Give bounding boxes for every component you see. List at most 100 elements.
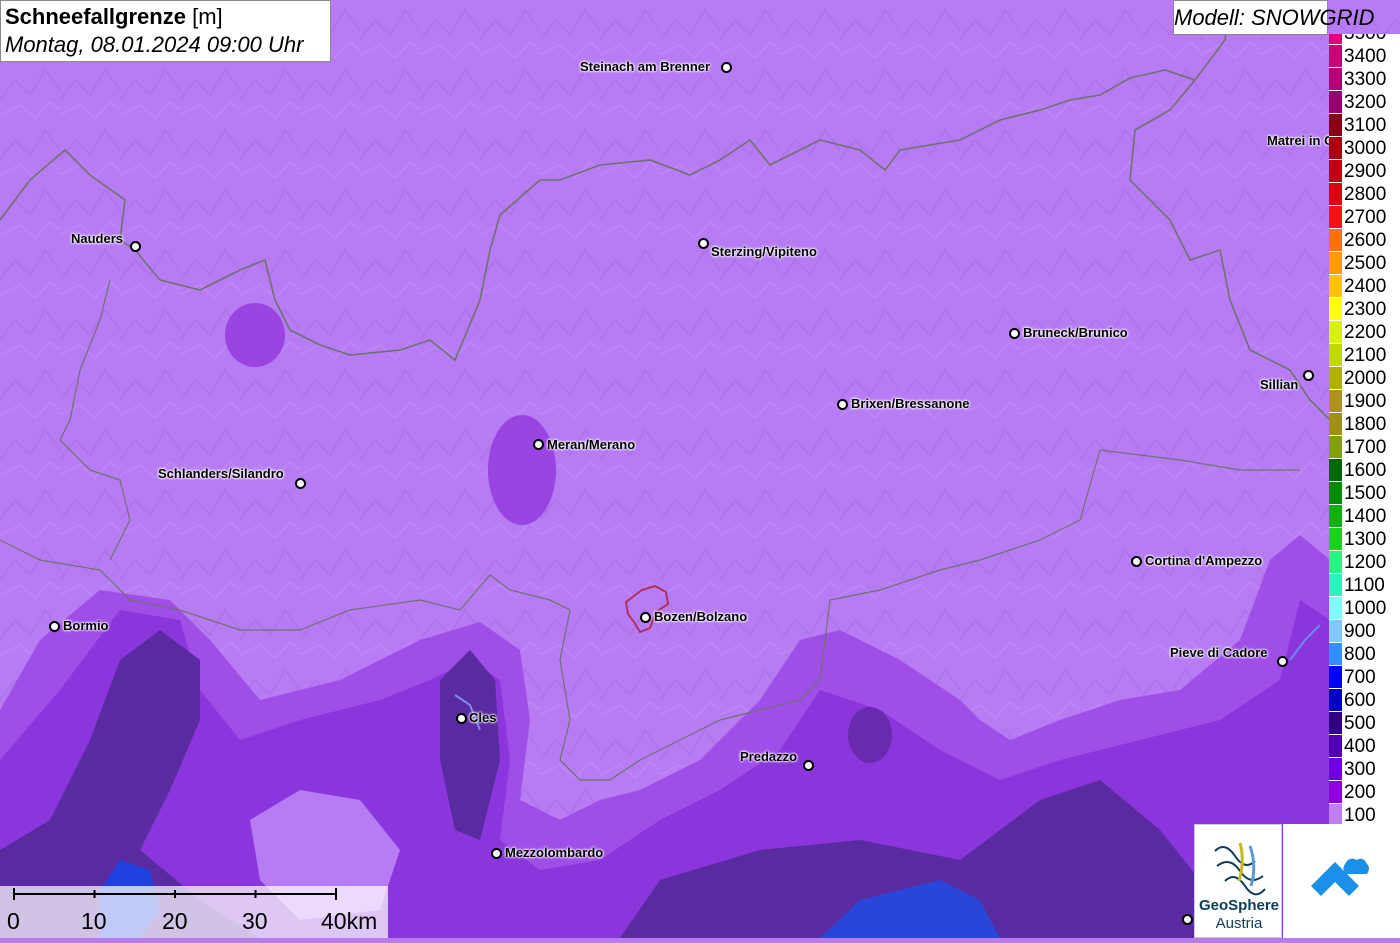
legend-row-2200: 2200 xyxy=(1329,321,1400,344)
legend-row-3200: 3200 xyxy=(1329,91,1400,114)
city-dot-pieve[interactable] xyxy=(1277,656,1288,667)
legend-swatch-3400 xyxy=(1329,45,1342,68)
legend-swatch-700 xyxy=(1329,666,1342,689)
city-label-cortina: Cortina d'Ampezzo xyxy=(1145,553,1263,568)
legend-label-2400: 2400 xyxy=(1344,276,1387,297)
legend-row-1900: 1900 xyxy=(1329,390,1400,413)
legend-swatch-200 xyxy=(1329,781,1342,804)
legend-swatch-600 xyxy=(1329,689,1342,712)
city-dot-bozen[interactable] xyxy=(640,612,651,623)
legend-label-2700: 2700 xyxy=(1344,207,1387,228)
scale-label-10: 10 xyxy=(81,908,107,934)
map-title-box: Schneefallgrenze [m] Montag, 08.01.2024 … xyxy=(0,0,331,62)
city-dot-cles[interactable] xyxy=(456,713,467,724)
legend-label-1200: 1200 xyxy=(1344,552,1387,573)
city-label-sillian: Sillian xyxy=(1260,377,1299,392)
legend-row-1200: 1200 xyxy=(1329,551,1400,574)
city-dot-mezzolombardo[interactable] xyxy=(491,848,502,859)
legend-row-100: 100 xyxy=(1329,804,1400,824)
city-dot-meran[interactable] xyxy=(533,439,544,450)
color-legend: 3500340033003200310030002900280027002600… xyxy=(1329,34,1400,824)
city-dot-steinach[interactable] xyxy=(721,62,732,73)
city-dot-brixen[interactable] xyxy=(837,399,848,410)
city-label-steinach: Steinach am Brenner xyxy=(580,59,711,74)
legend-swatch-3100 xyxy=(1329,114,1342,137)
city-label-nauders: Nauders xyxy=(71,231,124,246)
legend-swatch-800 xyxy=(1329,643,1342,666)
legend-label-2100: 2100 xyxy=(1344,345,1387,366)
legend-label-3300: 3300 xyxy=(1344,69,1387,90)
geosphere-emblem-icon xyxy=(1214,842,1266,896)
city-dot-nauders[interactable] xyxy=(130,241,141,252)
legend-row-2300: 2300 xyxy=(1329,298,1400,321)
legend-label-2600: 2600 xyxy=(1344,230,1387,251)
legend-swatch-2500 xyxy=(1329,252,1342,275)
legend-label-3500: 3500 xyxy=(1344,34,1386,45)
legend-label-900: 900 xyxy=(1344,621,1376,642)
city-dot-sillian[interactable] xyxy=(1303,370,1314,381)
legend-row-200: 200 xyxy=(1329,781,1400,804)
legend-swatch-1300 xyxy=(1329,528,1342,551)
scale-label-0: 0 xyxy=(7,908,20,934)
legend-row-700: 700 xyxy=(1329,666,1400,689)
city-label-meran: Meran/Merano xyxy=(547,437,636,452)
city-dot-offmap[interactable] xyxy=(1182,914,1193,925)
legend-swatch-400 xyxy=(1329,735,1342,758)
legend-row-300: 300 xyxy=(1329,758,1400,781)
legend-row-500: 500 xyxy=(1329,712,1400,735)
legend-label-1000: 1000 xyxy=(1344,598,1387,619)
legend-swatch-500 xyxy=(1329,712,1342,735)
zone-200-reschen xyxy=(225,303,285,367)
legend-label-1400: 1400 xyxy=(1344,506,1387,527)
city-label-cles: Cles xyxy=(469,710,497,725)
legend-row-1800: 1800 xyxy=(1329,413,1400,436)
legend-row-2600: 2600 xyxy=(1329,229,1400,252)
legend-label-1600: 1600 xyxy=(1344,460,1387,481)
logos: GeoSphere Austria xyxy=(1194,824,1400,938)
legend-swatch-100 xyxy=(1329,804,1342,824)
city-label-schlanders: Schlanders/Silandro xyxy=(158,466,284,481)
legend-swatch-1000 xyxy=(1329,597,1342,620)
legend-row-2800: 2800 xyxy=(1329,183,1400,206)
legend-row-1100: 1100 xyxy=(1329,574,1400,597)
city-label-pieve: Pieve di Cadore xyxy=(1170,645,1268,660)
city-dot-bruneck[interactable] xyxy=(1009,328,1020,339)
legend-label-2900: 2900 xyxy=(1344,161,1387,182)
legend-row-2000: 2000 xyxy=(1329,367,1400,390)
city-dot-schlanders[interactable] xyxy=(295,478,306,489)
map-title: Schneefallgrenze [m] xyxy=(5,3,326,31)
geosphere-logo[interactable]: GeoSphere Austria xyxy=(1194,824,1282,938)
zone-500-predazzo xyxy=(848,707,892,763)
city-dot-sterzing[interactable] xyxy=(698,238,709,249)
legend-label-1300: 1300 xyxy=(1344,529,1387,550)
legend-row-600: 600 xyxy=(1329,689,1400,712)
legend-label-600: 600 xyxy=(1344,690,1376,711)
legend-label-1100: 1100 xyxy=(1344,575,1385,596)
legend-swatch-900 xyxy=(1329,620,1342,643)
legend-label-100: 100 xyxy=(1344,805,1376,824)
legend-label-800: 800 xyxy=(1344,644,1376,665)
legend-row-400: 400 xyxy=(1329,735,1400,758)
legend-label-1800: 1800 xyxy=(1344,414,1387,435)
legend-row-3500: 3500 xyxy=(1329,34,1400,45)
legend-swatch-2100 xyxy=(1329,344,1342,367)
city-label-bozen: Bozen/Bolzano xyxy=(654,609,748,624)
partner-logo[interactable] xyxy=(1283,824,1400,938)
legend-swatch-2600 xyxy=(1329,229,1342,252)
legend-label-2300: 2300 xyxy=(1344,299,1387,320)
city-label-sterzing: Sterzing/Vipiteno xyxy=(711,244,817,259)
legend-label-700: 700 xyxy=(1344,667,1376,688)
model-label: Modell: SNOWGRID xyxy=(1173,0,1374,35)
city-dot-cortina[interactable] xyxy=(1131,556,1142,567)
scale-label-30: 30 xyxy=(242,908,268,934)
legend-swatch-300 xyxy=(1329,758,1342,781)
city-dot-predazzo[interactable] xyxy=(803,760,814,771)
legend-row-1400: 1400 xyxy=(1329,505,1400,528)
legend-label-400: 400 xyxy=(1344,736,1376,757)
legend-swatch-1900 xyxy=(1329,390,1342,413)
geosphere-name: GeoSphere xyxy=(1198,897,1280,914)
city-dot-bormio[interactable] xyxy=(49,621,60,632)
legend-row-2400: 2400 xyxy=(1329,275,1400,298)
legend-swatch-3000 xyxy=(1329,137,1342,160)
map-title-unit: [m] xyxy=(192,4,223,29)
